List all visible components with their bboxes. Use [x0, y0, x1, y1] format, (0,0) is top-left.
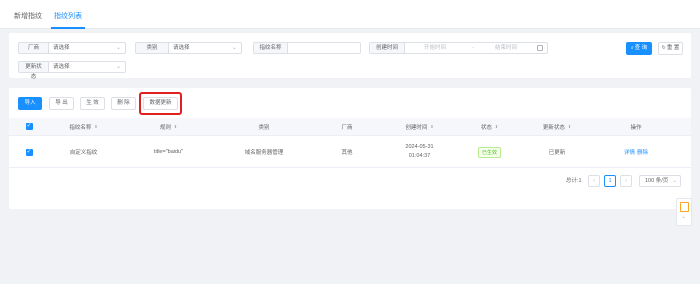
- delete-link[interactable]: 删除: [637, 148, 648, 156]
- cell-actions: 详情 删除: [597, 137, 675, 167]
- page-button-current[interactable]: 1: [604, 175, 616, 187]
- category-filter[interactable]: 类别 请选择 ⌄: [135, 42, 242, 54]
- date-range-separator: -: [472, 45, 474, 51]
- highlight-box: [139, 92, 182, 115]
- sort-icon[interactable]: ⬍: [94, 124, 97, 129]
- header-rule-label: 规则: [159, 124, 171, 131]
- cell-created-clock: 01:04:37: [408, 153, 431, 159]
- category-select[interactable]: 请选择 ⌄: [169, 43, 241, 53]
- generate-button[interactable]: 生 效: [80, 97, 105, 110]
- update-status-select-value: 请选择: [53, 64, 70, 70]
- cell-fingerprint-name: 自定义指纹: [69, 150, 98, 156]
- pagination-total: 总计:1: [566, 178, 582, 184]
- created-time-label: 创建时间: [370, 43, 405, 53]
- query-button[interactable]: ⌕查 询: [626, 42, 652, 55]
- fingerprint-name-filter[interactable]: 指纹名称: [253, 42, 361, 54]
- header-update-status[interactable]: 更新状态 ⬍: [517, 118, 597, 135]
- prev-page-button[interactable]: ‹: [588, 175, 600, 187]
- reset-icon: ↻: [661, 45, 666, 51]
- page-size-select[interactable]: 100 条/页 ⌄: [639, 175, 681, 187]
- import-button[interactable]: 导入: [18, 97, 42, 110]
- cell-update-status: 已更新: [548, 150, 566, 156]
- select-all-checkbox[interactable]: ✓: [17, 118, 41, 135]
- fingerprint-name-input[interactable]: [288, 43, 360, 53]
- next-page-button[interactable]: ›: [620, 175, 632, 187]
- status-badge: 已生效: [477, 146, 501, 158]
- header-fingerprint-name[interactable]: 指纹名称 ⬍: [41, 118, 126, 135]
- header-status[interactable]: 状态 ⬍: [462, 118, 517, 135]
- cell-category: 域名服务器管理: [244, 150, 284, 156]
- clipboard-icon: [680, 202, 689, 212]
- cell-status: 已生效: [462, 137, 517, 167]
- search-icon: ⌕: [630, 45, 634, 51]
- header-vendor: 厂商: [341, 124, 353, 131]
- checkbox-checked-icon: ✓: [25, 148, 33, 156]
- cell-created-time: 2024-05-31 01:04:37: [377, 137, 462, 167]
- fingerprint-name-label: 指纹名称: [254, 43, 288, 53]
- vendor-select[interactable]: 请选择 ⌄: [49, 43, 125, 53]
- sort-icon[interactable]: ⬍: [174, 124, 177, 129]
- chevron-left-icon: ‹: [593, 178, 595, 184]
- created-time-filter[interactable]: 创建时间 开始时间 - 结束时间: [369, 42, 548, 54]
- vendor-filter[interactable]: 厂商 请选择 ⌄: [18, 42, 126, 54]
- export-button[interactable]: 导 出: [49, 97, 74, 110]
- end-date-input[interactable]: 结束时间: [481, 43, 531, 53]
- chevron-down-icon: ⌄: [115, 45, 121, 51]
- chevron-down-icon: ⌄: [231, 45, 237, 51]
- cell-vendor: 其他: [341, 150, 353, 156]
- update-status-label: 更新状态: [19, 62, 49, 80]
- header-status-label: 状态: [480, 124, 492, 131]
- row-checkbox[interactable]: ✓: [17, 137, 41, 167]
- header-actions: 操作: [630, 124, 642, 131]
- category-select-value: 请选择: [173, 45, 190, 51]
- category-filter-label: 类别: [136, 43, 169, 53]
- table-header: ✓ 指纹名称 ⬍ 规则 ⬍ 类别 厂商 创建时间 ⬍ 状态 ⬍ 更新状态 ⬍ 操作: [9, 118, 691, 136]
- sort-icon[interactable]: ⬍: [495, 124, 498, 129]
- header-fingerprint-name-label: 指纹名称: [69, 124, 92, 131]
- sort-icon[interactable]: ⬍: [568, 124, 571, 129]
- chevron-down-icon: ⌄: [115, 64, 121, 70]
- start-date-input[interactable]: 开始时间: [405, 43, 465, 53]
- header-category: 类别: [258, 124, 270, 131]
- reset-button[interactable]: ↻重 置: [658, 42, 683, 55]
- header-rule[interactable]: 规则 ⬍: [126, 118, 211, 135]
- tab-fingerprint-list[interactable]: 指纹列表: [51, 0, 85, 29]
- header-created-time-label: 创建时间: [405, 124, 428, 131]
- update-status-select[interactable]: 请选择 ⌄: [49, 62, 125, 72]
- page-size-value: 100 条/页: [645, 178, 669, 184]
- header-update-status-label: 更新状态: [542, 124, 565, 131]
- calendar-icon: [537, 45, 543, 51]
- query-button-label: 查 询: [634, 45, 648, 51]
- sort-icon[interactable]: ⬍: [430, 124, 433, 129]
- tab-add-fingerprint[interactable]: 新增指纹: [14, 0, 42, 29]
- reset-button-label: 重 置: [666, 45, 680, 51]
- vendor-filter-label: 厂商: [19, 43, 49, 53]
- checkbox-checked-icon: ✓: [25, 123, 33, 130]
- header-created-time[interactable]: 创建时间 ⬍: [377, 118, 462, 135]
- chevron-down-icon: ⌄: [672, 178, 677, 184]
- date-range-picker[interactable]: 开始时间 - 结束时间: [405, 43, 547, 53]
- floating-side-button[interactable]: ⌃: [676, 198, 692, 226]
- cell-rule: title="baidu": [153, 149, 184, 155]
- cell-created-date: 2024-05-31: [405, 144, 434, 150]
- scroll-up-icon: ⌃: [681, 217, 687, 223]
- table-row: ✓ 自定义指纹 title="baidu" 域名服务器管理 其他 2024-05…: [9, 137, 691, 168]
- tab-bar: 新增指纹 指纹列表: [0, 0, 700, 29]
- vendor-select-value: 请选择: [53, 45, 70, 51]
- detail-link[interactable]: 详情: [624, 148, 635, 156]
- update-status-filter[interactable]: 更新状态 请选择 ⌄: [18, 61, 126, 80]
- delete-button[interactable]: 删 除: [111, 97, 136, 110]
- chevron-right-icon: ›: [625, 178, 627, 184]
